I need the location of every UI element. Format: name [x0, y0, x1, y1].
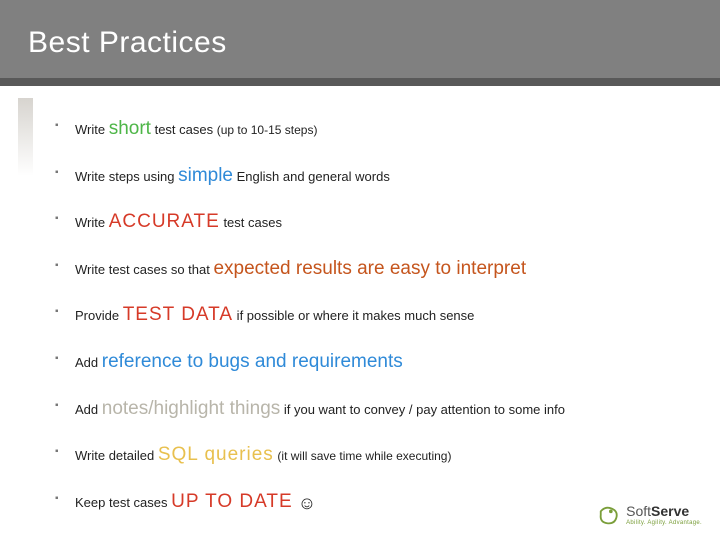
bullet-list: Write short test cases (up to 10-15 step…: [55, 116, 680, 516]
parenthetical: (it will save time while executing): [277, 449, 451, 463]
text: Write detailed: [75, 448, 158, 463]
text: if you want to convey / pay attention to…: [280, 402, 565, 417]
logo-tagline: Ability. Agility. Advantage.: [626, 520, 702, 526]
side-gradient-strip: [18, 98, 33, 176]
highlight-sql: SQL queries: [158, 444, 274, 465]
logo-name-bold: Serve: [651, 503, 689, 519]
highlight-simple: simple: [178, 165, 233, 186]
highlight-test-data: TEST DATA: [123, 304, 233, 325]
highlight-notes: notes/highlight things: [102, 398, 281, 419]
highlight-up-to-date: UP TO DATE: [171, 491, 293, 512]
list-item: Add notes/highlight things if you want t…: [55, 396, 680, 423]
list-item: Write steps using simple English and gen…: [55, 163, 680, 190]
text: test cases: [220, 215, 282, 230]
text: if possible or where it makes much sense: [233, 308, 474, 323]
logo-mark-icon: [598, 504, 620, 526]
list-item: Add reference to bugs and requirements: [55, 349, 680, 376]
list-item: Keep test cases UP TO DATE ☺: [55, 489, 680, 516]
highlight-expected: expected results are easy to interpret: [213, 258, 526, 279]
text: Write test cases so that: [75, 262, 213, 277]
text: test cases: [151, 122, 217, 137]
text: Keep test cases: [75, 495, 171, 510]
softserve-logo: SoftServe Ability. Agility. Advantage.: [598, 504, 702, 526]
header-underline: [0, 78, 720, 86]
highlight-short: short: [109, 118, 151, 139]
slide-content: Write short test cases (up to 10-15 step…: [0, 86, 720, 516]
text: Add: [75, 402, 102, 417]
text: Write steps using: [75, 169, 178, 184]
parenthetical: (up to 10-15 steps): [217, 123, 318, 137]
text: Write: [75, 122, 109, 137]
smile-icon: ☺: [293, 493, 316, 513]
highlight-reference: reference to bugs and requirements: [102, 351, 403, 372]
highlight-accurate: ACCURATE: [109, 211, 220, 232]
list-item: Write ACCURATE test cases: [55, 209, 680, 236]
list-item: Provide TEST DATA if possible or where i…: [55, 302, 680, 329]
text: English and general words: [233, 169, 390, 184]
list-item: Write short test cases (up to 10-15 step…: [55, 116, 680, 143]
list-item: Write detailed SQL queries (it will save…: [55, 442, 680, 469]
list-item: Write test cases so that expected result…: [55, 256, 680, 283]
logo-name: SoftServe: [626, 504, 702, 518]
text: Write: [75, 215, 109, 230]
slide-header: Best Practices: [0, 0, 720, 86]
text: Provide: [75, 308, 123, 323]
text: Add: [75, 355, 102, 370]
slide-title: Best Practices: [28, 26, 227, 60]
logo-text: SoftServe Ability. Agility. Advantage.: [626, 504, 702, 526]
logo-name-light: Soft: [626, 503, 651, 519]
